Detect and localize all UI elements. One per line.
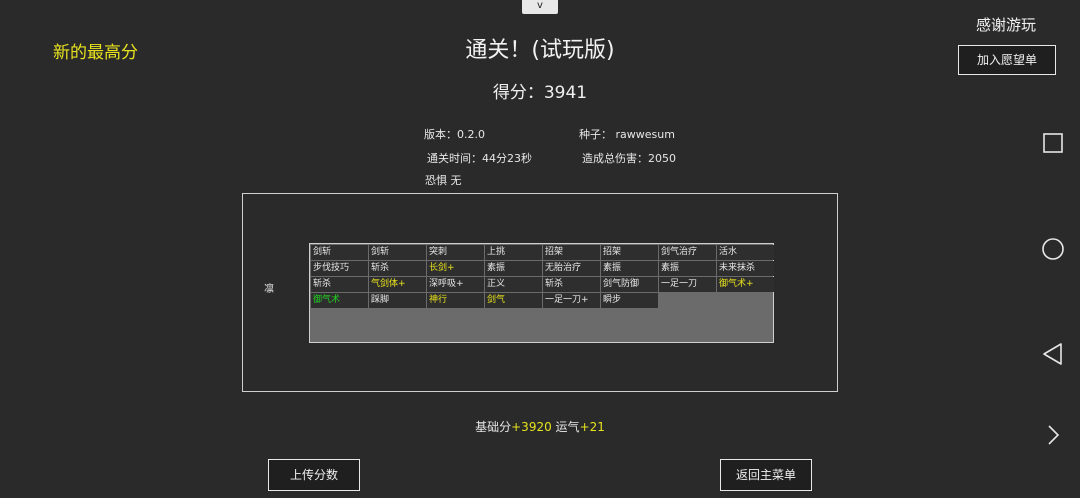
- total-damage-text: 造成总伤害：2050: [582, 152, 676, 165]
- card-cell: 踩脚: [369, 293, 426, 308]
- main-menu-button[interactable]: 返回主菜单: [720, 459, 812, 491]
- card-grid: 剑斩 剑斩 突刺 上挑 招架 招架 剑气治疗 活水 步伐技巧 斩杀 长剑+ 素振 无胎治疗 素振 素振 未来抹…: [309, 243, 774, 343]
- page-title: 通关！(试玩版): [465, 38, 615, 63]
- card-cell: 长剑+: [427, 261, 484, 276]
- base-score-value: +3920: [511, 420, 552, 434]
- card-cell: 素振: [659, 261, 716, 276]
- version-text: 版本：0.2.0: [424, 128, 485, 141]
- card-cell: 剑斩: [369, 245, 426, 260]
- thanks-text: 感谢游玩: [976, 16, 1037, 34]
- circle-icon[interactable]: [1038, 234, 1068, 264]
- square-icon[interactable]: [1038, 128, 1068, 158]
- card-cell: 气剑体+: [369, 277, 426, 292]
- character-name: 凛: [264, 284, 274, 295]
- base-score-label: 基础分: [475, 420, 512, 434]
- fear-text: 恐惧 无: [425, 174, 462, 187]
- card-cell: 突刺: [427, 245, 484, 260]
- triangle-back-icon[interactable]: [1038, 339, 1068, 369]
- luck-value: +21: [579, 420, 605, 434]
- card-cell: 御气术: [311, 293, 368, 308]
- card-cell: 上挑: [485, 245, 542, 260]
- card-cell: 步伐技巧: [311, 261, 368, 276]
- card-cell: 一足一刀+: [543, 293, 600, 308]
- upload-score-button[interactable]: 上传分数: [268, 459, 360, 491]
- card-cell: 无胎治疗: [543, 261, 600, 276]
- score-text: 得分：3941: [492, 83, 588, 103]
- card-cell: 正义: [485, 277, 542, 292]
- card-cell: 招架: [543, 245, 600, 260]
- card-cell: 素振: [601, 261, 658, 276]
- wishlist-button[interactable]: 加入愿望单: [958, 45, 1056, 75]
- card-cell: 御气术+: [717, 277, 774, 292]
- luck-label: 运气: [555, 420, 580, 434]
- card-cell: 未来抹杀: [717, 261, 774, 276]
- card-cell: 深呼吸+: [427, 277, 484, 292]
- card-cell: 一足一刀: [659, 277, 716, 292]
- card-cell: 剑气: [485, 293, 542, 308]
- card-cell: 剑斩: [311, 245, 368, 260]
- chevron-right-icon[interactable]: [1038, 420, 1068, 450]
- card-cell: 神行: [427, 293, 484, 308]
- card-cell: 斩杀: [369, 261, 426, 276]
- card-cell: 剑气防御: [601, 277, 658, 292]
- card-cell: 剑气治疗: [659, 245, 716, 260]
- card-cell: 瞬步: [601, 293, 658, 308]
- card-cell: 招架: [601, 245, 658, 260]
- seed-text: 种子： rawwesum: [579, 128, 675, 141]
- top-dropdown-tab[interactable]: v: [522, 0, 558, 14]
- card-cell: 斩杀: [543, 277, 600, 292]
- score-summary: 基础分+3920 运气+21: [0, 418, 1080, 435]
- card-cell: 斩杀: [311, 277, 368, 292]
- card-cell: 活水: [717, 245, 774, 260]
- card-cell: 素振: [485, 261, 542, 276]
- clear-time-text: 通关时间：44分23秒: [427, 152, 532, 165]
- card-grid-cells: 剑斩 剑斩 突刺 上挑 招架 招架 剑气治疗 活水 步伐技巧 斩杀 长剑+ 素振 无胎治疗 素振 素振 未来抹…: [311, 245, 774, 308]
